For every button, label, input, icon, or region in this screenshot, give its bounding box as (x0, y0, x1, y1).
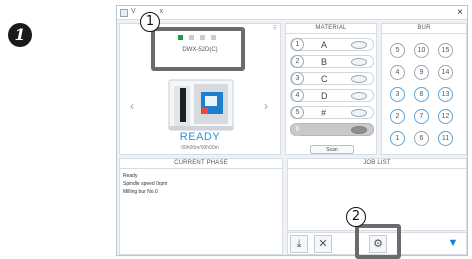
expand-icon[interactable]: ⠿ (273, 25, 277, 32)
bur-slot-4[interactable]: 4 (390, 65, 405, 80)
slot-number: 2 (291, 55, 304, 68)
bur-slot-12[interactable]: 12 (438, 109, 453, 124)
vpanel-dropdown-icon[interactable]: ▼ (444, 235, 462, 253)
callout-highlight-settings (355, 224, 401, 259)
bur-slot-2[interactable]: 2 (390, 109, 405, 124)
bur-slot-13[interactable]: 13 (438, 87, 453, 102)
material-panel: MATERIAL 1 A 2 B 3 C 4 D 5 # 6 Scan (285, 23, 377, 155)
material-slot-6[interactable]: 6 (290, 123, 374, 136)
bur-slot-11[interactable]: 11 (438, 131, 453, 146)
callout-highlight-machine-selector (151, 27, 245, 71)
slot-number: 4 (291, 89, 304, 102)
milling-bur-line: Milling bur No.0 (123, 189, 158, 195)
close-button[interactable]: × (457, 6, 463, 19)
phase-status-line: Ready (123, 173, 138, 179)
bur-slot-15[interactable]: 15 (438, 43, 453, 58)
spindle-speed-line: Spindle speed 0rpm (123, 181, 168, 187)
delete-job-button[interactable]: ✕ (314, 235, 332, 253)
bur-slot-6[interactable]: 6 (414, 131, 429, 146)
material-letter: D (321, 91, 328, 101)
disc-icon (351, 92, 367, 100)
slot-number: 6 (291, 123, 304, 136)
slot-number: 1 (291, 38, 304, 51)
slot-number: 5 (291, 106, 304, 119)
disc-icon (351, 58, 367, 66)
current-phase-panel: CURRENT PHASE Ready Spindle speed 0rpm M… (119, 158, 283, 255)
job-list-panel: JOB LIST (287, 158, 467, 231)
import-job-button[interactable]: ⤓ (290, 235, 308, 253)
material-slot-4[interactable]: 4 D (290, 89, 374, 102)
disc-icon (351, 126, 367, 134)
disc-icon (351, 109, 367, 117)
bur-slot-3[interactable]: 3 (390, 87, 405, 102)
bur-slot-1[interactable]: 1 (390, 131, 405, 146)
step-number-badge: 1 (8, 23, 32, 47)
material-slot-5[interactable]: 5 # (290, 106, 374, 119)
app-icon (120, 9, 128, 17)
bur-slot-8[interactable]: 8 (414, 87, 429, 102)
bur-panel: BUR 5 10 15 4 9 14 3 8 13 2 7 12 1 6 11 (381, 23, 467, 155)
disc-icon (351, 41, 367, 49)
title-bar: V x × (117, 6, 467, 20)
disc-icon (351, 75, 367, 83)
material-letter: A (321, 40, 328, 50)
material-slot-3[interactable]: 3 C (290, 72, 374, 85)
bur-slot-9[interactable]: 9 (414, 65, 429, 80)
current-phase-header: CURRENT PHASE (120, 159, 282, 169)
milling-time: 00h00m/00h00m (181, 145, 219, 151)
material-slot-2[interactable]: 2 B (290, 55, 374, 68)
bur-slot-7[interactable]: 7 (414, 109, 429, 124)
milling-machine-image (168, 79, 234, 131)
bur-slot-5[interactable]: 5 (390, 43, 405, 58)
material-header: MATERIAL (286, 24, 376, 34)
slot-number: 3 (291, 72, 304, 85)
callout-number-2: 2 (346, 207, 366, 227)
material-slot-1[interactable]: 1 A (290, 38, 374, 51)
bur-header: BUR (382, 24, 466, 34)
previous-machine-arrow-icon[interactable]: ‹ (130, 99, 134, 113)
material-letter: C (321, 74, 328, 84)
bur-slot-14[interactable]: 14 (438, 65, 453, 80)
next-machine-arrow-icon[interactable]: › (264, 99, 268, 113)
callout-number-1: 1 (140, 12, 160, 32)
machine-status: READY (179, 131, 221, 143)
material-letter: B (321, 57, 328, 67)
scan-button[interactable]: Scan (310, 145, 354, 154)
material-letter: # (321, 108, 327, 118)
bur-slot-10[interactable]: 10 (414, 43, 429, 58)
job-list-header: JOB LIST (288, 159, 466, 169)
